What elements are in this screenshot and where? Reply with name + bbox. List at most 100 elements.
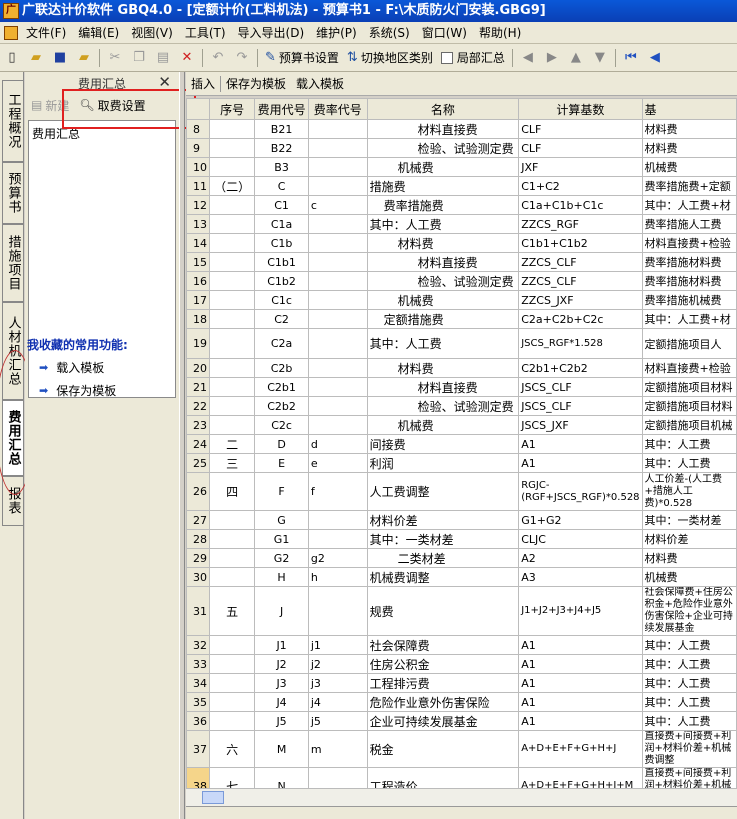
cell-base-desc[interactable]: 机械费 (641, 157, 737, 177)
cell-fee-code[interactable]: J1 (254, 635, 309, 655)
cell-name[interactable]: 检验、试验测定费 (366, 396, 520, 416)
cell-name[interactable]: 措施费 (366, 176, 520, 196)
table-row[interactable]: 29 G2 g2 二类材差 A2 材料费 (186, 548, 737, 568)
tab-budget-book[interactable]: 预算书 (2, 162, 23, 224)
table-row[interactable]: 13 C1a 其中：人工费 ZZCS_RGF 费率措施人工费 (186, 214, 737, 234)
cell-rate-code[interactable] (307, 176, 368, 196)
cell-base-desc[interactable]: 材料费 (641, 119, 737, 139)
table-row[interactable]: 20 C2b 材料费 C2b1+C2b2 材料直接费+检验 (186, 358, 737, 378)
cell-calc-base[interactable]: C1+C2 (518, 176, 643, 196)
cell-fee-code[interactable]: B22 (254, 138, 309, 158)
header-base-desc[interactable]: 基 (641, 98, 737, 120)
table-row[interactable]: 24 二 Dd 间接费 A1 其中：人工费 (186, 434, 737, 454)
cell-rate-code[interactable] (307, 415, 368, 435)
cell-seq[interactable]: 七 (208, 767, 256, 788)
cell-seq[interactable] (208, 214, 256, 234)
cut-icon[interactable]: ✂ (105, 48, 125, 68)
cell-name[interactable]: 住房公积金 (366, 654, 520, 674)
cell-base-desc[interactable]: 费率措施费+定额 (641, 176, 737, 196)
cell-base-desc[interactable]: 直接费+间接费+利润+材料价差+机械费调整 (641, 730, 737, 768)
cell-base-desc[interactable]: 定额措施项目材料 (641, 377, 737, 397)
arrow-down-icon[interactable]: ▼ (590, 48, 610, 68)
cell-rate-code[interactable]: d (307, 434, 368, 454)
cell-seq[interactable] (208, 252, 256, 272)
cell-rate-code[interactable] (307, 586, 368, 636)
cell-calc-base[interactable]: JSCS_RGF*1.528 (518, 328, 643, 359)
switch-region-button[interactable]: ⇅ 切换地区类别 (343, 47, 437, 69)
cell-rate-code[interactable] (307, 233, 368, 253)
cell-rate-code[interactable]: j5 (307, 711, 368, 731)
redo-icon[interactable]: ↷ (232, 48, 252, 68)
cell-base-desc[interactable]: 其中：人工费+材 (641, 195, 737, 215)
cell-fee-code[interactable]: C1b2 (254, 271, 309, 291)
cell-seq[interactable] (208, 548, 256, 568)
cell-seq[interactable] (208, 396, 256, 416)
table-row[interactable]: 17 C1c 机械费 ZZCS_JXF 费率措施机械费 (186, 290, 737, 310)
cell-base-desc[interactable]: 其中：人工费 (641, 453, 737, 473)
cell-base-desc[interactable]: 定额措施项目材料 (641, 396, 737, 416)
cell-seq[interactable] (208, 567, 256, 587)
cell-base-desc[interactable]: 费率措施人工费 (641, 214, 737, 234)
copy-icon[interactable]: ❐ (129, 48, 149, 68)
cell-seq[interactable] (208, 157, 256, 177)
cell-seq[interactable]: 五 (208, 586, 256, 636)
cell-seq[interactable] (208, 358, 256, 378)
cell-base-desc[interactable]: 其中：人工费 (641, 673, 737, 693)
scrollbar-thumb[interactable] (202, 791, 224, 804)
table-row[interactable]: 21 C2b1 材料直接费 JSCS_CLF 定额措施项目材料 (186, 377, 737, 397)
cell-name[interactable]: 机械费 (366, 157, 520, 177)
table-row[interactable]: 12 C1 c 费率措施费 C1a+C1b+C1c 其中：人工费+材 (186, 195, 737, 215)
cell-base-desc[interactable]: 其中：人工费+材 (641, 309, 737, 329)
header-seq[interactable]: 序号 (208, 98, 256, 120)
local-summary-toggle[interactable]: 局部汇总 (437, 47, 509, 69)
document-icon[interactable] (4, 25, 18, 40)
table-row[interactable]: 27 G 材料价差 G1+G2 其中：一类材差 (186, 510, 737, 530)
menu-help[interactable]: 帮助(H) (473, 24, 527, 41)
cell-fee-code[interactable]: J2 (254, 654, 309, 674)
cell-seq[interactable]: 二 (208, 434, 256, 454)
cell-base-desc[interactable]: 机械费 (641, 567, 737, 587)
cell-seq[interactable] (208, 529, 256, 549)
menu-file[interactable]: 文件(F) (20, 24, 72, 41)
table-row[interactable]: 18 C2 定额措施费 C2a+C2b+C2c 其中：人工费+材 (186, 309, 737, 329)
cell-base-desc[interactable]: 材料直接费+检验 (641, 358, 737, 378)
cell-seq[interactable]: （二） (208, 176, 256, 196)
cell-name[interactable]: 材料直接费 (366, 252, 520, 272)
cell-name[interactable]: 规费 (366, 586, 520, 636)
table-row[interactable]: 37 六 Mm 税金 A+D+E+F+G+H+J 直接费+间接费+利润+材料价差+机械费调… (186, 730, 737, 768)
paste-icon[interactable]: ▤ (153, 48, 173, 68)
cell-seq[interactable] (208, 290, 256, 310)
table-row[interactable]: 9 B22 检验、试验测定费 CLF 材料费 (186, 138, 737, 158)
cell-rate-code[interactable]: e (307, 453, 368, 473)
insert-button[interactable]: 插入 (186, 75, 220, 92)
table-row[interactable]: 14 C1b 材料费 C1b1+C1b2 材料直接费+检验 (186, 233, 737, 253)
header-calc-base[interactable]: 计算基数 (518, 98, 643, 120)
cell-base-desc[interactable]: 其中：人工费 (641, 711, 737, 731)
fav-load-template[interactable]: ➡ 载入模板 (25, 359, 179, 376)
cell-calc-base[interactable]: CLF (518, 119, 643, 139)
cell-base-desc[interactable]: 定额措施项目机械 (641, 415, 737, 435)
panel-splitter[interactable] (179, 72, 185, 819)
table-row[interactable]: 10 B3 机械费 JXF 机械费 (186, 157, 737, 177)
cell-calc-base[interactable]: ZZCS_CLF (518, 271, 643, 291)
cell-base-desc[interactable]: 材料价差 (641, 529, 737, 549)
cell-fee-code[interactable]: C1a (254, 214, 309, 234)
menu-system[interactable]: 系统(S) (363, 24, 416, 41)
cell-seq[interactable] (208, 271, 256, 291)
table-row[interactable]: 15 C1b1 材料直接费 ZZCS_CLF 费率措施材料费 (186, 252, 737, 272)
cell-rate-code[interactable]: j2 (307, 654, 368, 674)
cell-base-desc[interactable]: 材料费 (641, 138, 737, 158)
cell-fee-code[interactable]: M (254, 730, 309, 768)
budget-settings-button[interactable]: ✎ 预算书设置 (261, 47, 343, 69)
cell-name[interactable]: 二类材差 (366, 548, 520, 568)
save-icon[interactable]: ■ (50, 48, 70, 68)
cell-calc-base[interactable]: ZZCS_CLF (518, 252, 643, 272)
cell-base-desc[interactable]: 其中：人工费 (641, 635, 737, 655)
table-row[interactable]: 25 三 Ee 利润 A1 其中：人工费 (186, 453, 737, 473)
header-fee-code[interactable]: 费用代号 (254, 98, 309, 120)
cell-rate-code[interactable] (307, 510, 368, 530)
cell-base-desc[interactable]: 费率措施材料费 (641, 252, 737, 272)
cell-fee-code[interactable]: H (254, 567, 309, 587)
table-row[interactable]: 33 J2 j2 住房公积金 A1 其中：人工费 (186, 654, 737, 674)
header-name[interactable]: 名称 (366, 98, 520, 120)
